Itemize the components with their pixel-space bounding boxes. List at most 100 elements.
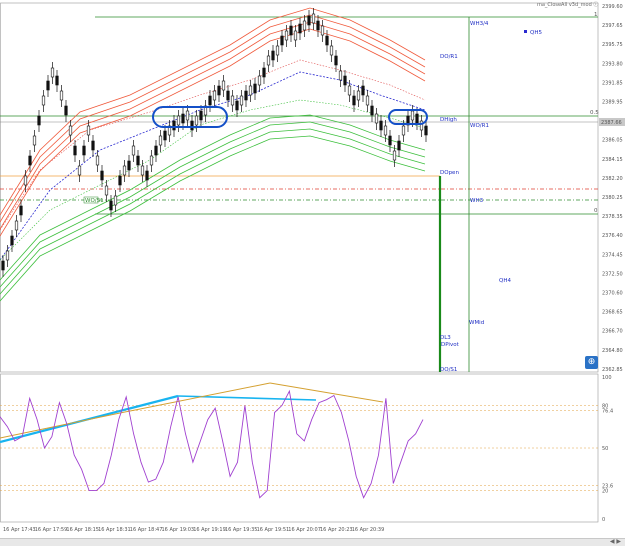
candle-body <box>149 155 154 166</box>
candle-body <box>109 200 113 211</box>
candle-body <box>104 185 109 196</box>
candle-body <box>388 135 392 146</box>
candle-body <box>59 90 64 101</box>
time-tick-label: 16 Apr 18:15 <box>66 527 99 533</box>
candle-body <box>46 80 50 91</box>
candle-body <box>262 67 266 78</box>
current-price-label: 2387.66 <box>601 120 622 126</box>
candle-body <box>64 105 68 116</box>
time-tick-label: 16 Apr 20:23 <box>320 527 353 533</box>
price-tick-label: 2362.85 <box>602 367 623 373</box>
candle-body <box>383 125 388 136</box>
chart-canvas[interactable]: 2399.60 2397.65 2395.75 2393.80 2391.85 2389.… <box>0 0 625 545</box>
fib-05-label: 0.5 <box>590 110 599 116</box>
candle-body <box>280 35 284 46</box>
candle-body <box>172 120 176 131</box>
time-tick-label: 16 Apr 17:59 <box>35 527 68 533</box>
candle-body <box>73 145 77 156</box>
upper-band-line <box>0 7 426 216</box>
candle-body <box>140 165 145 176</box>
candle-body <box>91 140 95 151</box>
candle-body <box>338 70 343 81</box>
candle-body <box>68 125 73 136</box>
oscillator-trend-line-cyan-flat <box>177 395 317 401</box>
candle-body <box>176 115 181 126</box>
oscillator-tick-label: 0 <box>602 517 605 523</box>
candle-body <box>10 235 14 246</box>
candle-body <box>307 15 311 26</box>
qh5-label: QH5 <box>530 30 542 36</box>
small-level-label: WO/S1 <box>85 198 104 204</box>
candle-body <box>352 95 356 106</box>
candle-body <box>82 145 86 156</box>
candle-body <box>248 85 253 96</box>
candle-body <box>329 45 334 56</box>
candle-body <box>370 105 374 116</box>
candle-body <box>271 50 275 61</box>
candle-body <box>379 120 383 131</box>
candle-body <box>253 83 257 94</box>
candle-body <box>226 90 230 101</box>
dopen-label: DOpen <box>440 170 459 176</box>
oscillator-trend-line-orange-1 <box>0 412 121 439</box>
candle-body <box>77 165 82 176</box>
lower-dotted-band <box>0 99 426 261</box>
time-tick-label: 16 Apr 18:47 <box>130 527 163 533</box>
candle-body <box>343 75 347 86</box>
candle-body <box>289 25 293 36</box>
candle-body <box>221 80 226 91</box>
candle-body <box>28 155 32 166</box>
candle-body <box>230 95 235 106</box>
candle-body <box>100 170 104 181</box>
oscillator-tick-label: 76.4 <box>602 409 613 415</box>
scroll-arrows-icon[interactable]: ◀ ▶ <box>610 538 621 545</box>
candle-body <box>50 67 55 78</box>
price-tick-label: 2395.75 <box>602 42 623 48</box>
time-tick-label: 16 Apr 19:35 <box>225 527 258 533</box>
main-panel-frame <box>0 2 599 373</box>
lower-band-line <box>0 114 426 281</box>
candle-body <box>235 100 239 111</box>
price-tick-label: 2378.35 <box>602 214 623 220</box>
candle-body <box>194 115 199 126</box>
candle-body <box>14 220 19 231</box>
candle-body <box>334 55 338 66</box>
candle-body <box>374 113 379 124</box>
candle-body <box>424 125 428 136</box>
candle-body <box>347 85 352 96</box>
candle-body <box>122 165 127 176</box>
wor1-label: WO/R1 <box>470 123 489 129</box>
candle-body <box>217 85 221 96</box>
candle-body <box>19 205 23 216</box>
candle-body <box>158 135 163 146</box>
time-tick-label: 16 Apr 20:07 <box>288 527 321 533</box>
time-tick-label: 16 Apr 20:39 <box>352 527 385 533</box>
candle-body <box>190 120 194 131</box>
upper-dotted-band <box>0 59 426 231</box>
dhigh-label: DHigh <box>440 117 457 123</box>
candle-body <box>311 13 316 24</box>
time-tick-label: 16 Apr 18:31 <box>98 527 131 533</box>
candle-body <box>199 110 203 121</box>
price-tick-label: 2384.15 <box>602 157 623 163</box>
candle-body <box>302 20 307 31</box>
price-tick-label: 2391.85 <box>602 80 623 86</box>
upper-band-line <box>0 28 426 237</box>
price-tick-label: 2382.20 <box>602 176 623 182</box>
candle-body <box>365 95 370 106</box>
wh34-label: WH3/4 <box>470 21 489 27</box>
wmid-label: WMid <box>469 320 484 326</box>
candle-body <box>361 85 365 96</box>
zoom-icon[interactable]: ⊕ <box>585 356 598 369</box>
candle-body <box>208 95 212 106</box>
candle-body <box>257 75 262 86</box>
price-tick-label: 2372.50 <box>602 271 623 277</box>
upper-band-line <box>0 14 426 223</box>
oscillator-tick-label: 50 <box>602 446 608 452</box>
candle-body <box>316 20 320 31</box>
price-tick-label: 2393.80 <box>602 61 623 67</box>
candle-body <box>298 23 302 34</box>
candle-body <box>212 90 217 101</box>
trading-chart[interactable]: ma_CloseAll v3d_mod ⓘ 2399.60 2397.65 2395… <box>0 0 625 546</box>
wh3-label: WH3 <box>470 198 484 204</box>
